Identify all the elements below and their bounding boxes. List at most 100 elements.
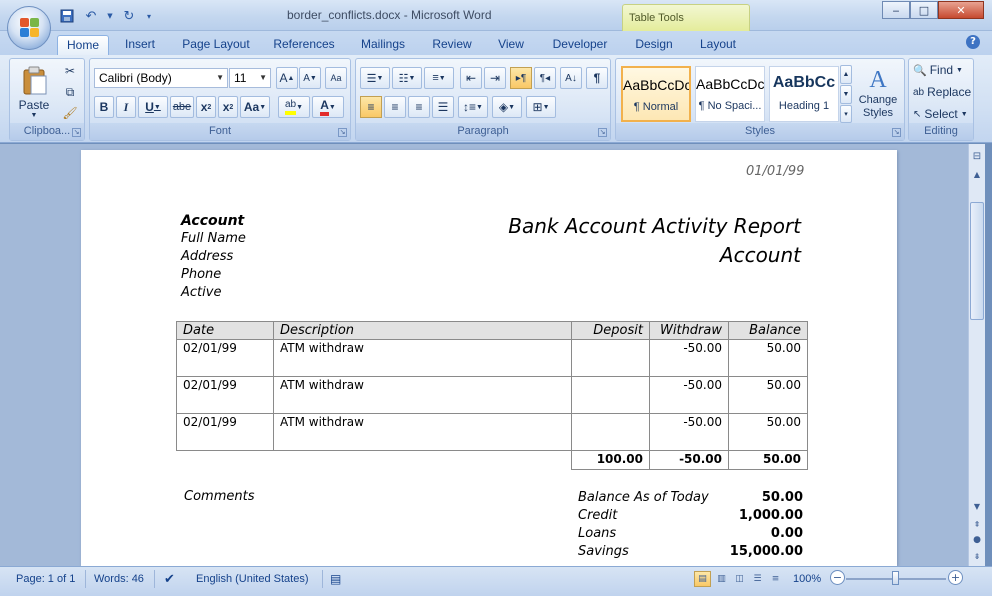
zoom-out-icon[interactable]: −: [830, 570, 845, 585]
ruler-toggle-icon[interactable]: ⊟: [969, 148, 985, 164]
paragraph-group: ☰ ▼ ☷ ▼ ≡ ▼ ⇤ ⇥ ▸¶ ¶◂ A↓ ¶ ≡ ≡ ≡ ☰ ↕≡ ▼ ◈ ▼ ⊞…: [355, 58, 611, 141]
macro-record-icon[interactable]: ▤: [330, 572, 341, 586]
styles-scroll-down-icon[interactable]: ▼: [840, 85, 852, 104]
font-name-combo[interactable]: Calibri (Body) ▼: [94, 68, 228, 88]
undo-icon[interactable]: ↶: [82, 7, 100, 25]
bullets-button[interactable]: ☰ ▼: [360, 67, 390, 89]
underline-button[interactable]: U ▼: [138, 96, 168, 118]
tab-review[interactable]: Review: [424, 35, 480, 55]
table-tools-label: Table Tools: [629, 12, 684, 24]
zoom-level[interactable]: 100%: [793, 572, 821, 586]
outline-view-icon[interactable]: ☰: [749, 571, 766, 587]
close-button[interactable]: ✕: [938, 1, 984, 19]
highlight-button[interactable]: ab ▼: [278, 96, 310, 118]
language-indicator[interactable]: English (United States): [196, 572, 309, 586]
scroll-up-icon[interactable]: ▲: [969, 166, 985, 182]
decrease-indent-button[interactable]: ⇤: [460, 67, 482, 89]
change-styles-button[interactable]: A Change Styles: [854, 61, 902, 125]
style-no-spacing[interactable]: AaBbCcDc ¶ No Spaci...: [695, 66, 765, 122]
activity-table[interactable]: Date Description Deposit Withdraw Balanc…: [176, 321, 808, 470]
sort-button[interactable]: A↓: [560, 67, 582, 89]
tab-page-layout[interactable]: Page Layout: [176, 35, 256, 55]
cut-icon[interactable]: ✂: [60, 62, 80, 80]
word-count[interactable]: Words: 46: [94, 572, 144, 586]
web-layout-view-icon[interactable]: ◫: [731, 571, 748, 587]
format-painter-icon[interactable]: 🖌: [60, 104, 80, 122]
styles-launcher-icon[interactable]: ↘: [892, 128, 901, 137]
align-left-button[interactable]: ≡: [360, 96, 382, 118]
tab-layout[interactable]: Layout: [692, 35, 744, 55]
tab-references[interactable]: References: [266, 35, 342, 55]
shrink-font-button[interactable]: A ▼: [299, 67, 321, 89]
superscript-button[interactable]: x2: [218, 96, 238, 118]
redo-icon[interactable]: ↻: [120, 7, 138, 25]
rtl-button[interactable]: ¶◂: [534, 67, 556, 89]
scroll-thumb[interactable]: [970, 202, 984, 320]
customize-qat-icon[interactable]: ▾: [144, 7, 154, 25]
tab-view[interactable]: View: [490, 35, 532, 55]
select-button[interactable]: ↖ Select ▼: [912, 105, 972, 123]
maximize-button[interactable]: □: [910, 1, 938, 19]
font-group-label: Font: [90, 123, 350, 140]
numbering-button[interactable]: ☷ ▼: [392, 67, 422, 89]
borders-button[interactable]: ⊞ ▼: [526, 96, 556, 118]
office-button[interactable]: [7, 6, 51, 50]
scroll-down-icon[interactable]: ▼: [969, 498, 985, 514]
align-right-button[interactable]: ≡: [408, 96, 430, 118]
proofing-icon[interactable]: ✔: [164, 572, 175, 586]
cell-withdraw: -50.00: [649, 339, 729, 377]
font-size-combo[interactable]: 11 ▼: [229, 68, 271, 88]
draft-view-icon[interactable]: ≡: [767, 571, 784, 587]
show-formatting-button[interactable]: ¶: [586, 67, 608, 89]
page-count[interactable]: Page: 1 of 1: [16, 572, 75, 586]
vertical-scrollbar[interactable]: ⊟ ▲ ▼ ⇞ ● ⇟: [968, 144, 985, 566]
undo-dropdown-icon[interactable]: ▼: [106, 7, 114, 25]
styles-more-icon[interactable]: ▾: [840, 105, 852, 123]
zoom-in-icon[interactable]: +: [948, 570, 963, 585]
paste-button[interactable]: Paste ▼: [14, 61, 54, 123]
table-row: 02/01/99 ATM withdraw -50.00 50.00: [176, 376, 808, 414]
replace-button[interactable]: ab Replace: [912, 83, 972, 101]
style-heading-1[interactable]: AaBbCc Heading 1: [769, 66, 839, 122]
line-spacing-button[interactable]: ↕≡ ▼: [458, 96, 488, 118]
save-icon[interactable]: [58, 7, 76, 25]
ltr-button[interactable]: ▸¶: [510, 67, 532, 89]
bold-button[interactable]: B: [94, 96, 114, 118]
clear-formatting-button[interactable]: Aa: [325, 67, 347, 89]
styles-scroll-up-icon[interactable]: ▲: [840, 65, 852, 84]
copy-icon[interactable]: ⧉: [60, 83, 80, 101]
print-layout-view-icon[interactable]: ▤: [694, 571, 711, 587]
style-normal[interactable]: AaBbCcDc ¶ Normal: [621, 66, 691, 122]
document-page[interactable]: 01/01/99 Account Full Name Address Phone…: [81, 150, 897, 566]
previous-page-icon[interactable]: ⇞: [969, 516, 985, 532]
subscript-button[interactable]: x2: [196, 96, 216, 118]
tab-developer[interactable]: Developer: [546, 35, 614, 55]
font-color-button[interactable]: A ▼: [312, 96, 344, 118]
select-browse-object-icon[interactable]: ●: [969, 532, 985, 548]
find-button[interactable]: 🔍 Find ▼: [912, 61, 972, 79]
help-icon[interactable]: ?: [966, 35, 980, 49]
justify-button[interactable]: ☰: [432, 96, 454, 118]
font-launcher-icon[interactable]: ↘: [338, 128, 347, 137]
next-page-icon[interactable]: ⇟: [969, 548, 985, 564]
ribbon: Paste ▼ ✂ ⧉ 🖌 Clipboa... ↘ Calibri (Body…: [0, 55, 992, 143]
minimize-button[interactable]: ‒: [882, 1, 910, 19]
paragraph-launcher-icon[interactable]: ↘: [598, 128, 607, 137]
tab-mailings[interactable]: Mailings: [352, 35, 414, 55]
summary-row: Loans 0.00: [578, 525, 803, 543]
increase-indent-button[interactable]: ⇥: [484, 67, 506, 89]
multilevel-list-button[interactable]: ≡ ▼: [424, 67, 454, 89]
tab-insert[interactable]: Insert: [116, 35, 164, 55]
strikethrough-button[interactable]: abe: [170, 96, 194, 118]
shading-button[interactable]: ◈ ▼: [492, 96, 522, 118]
clipboard-launcher-icon[interactable]: ↘: [72, 128, 81, 137]
zoom-slider-thumb[interactable]: [892, 571, 899, 585]
tab-home[interactable]: Home: [57, 35, 109, 55]
tab-design[interactable]: Design: [626, 35, 682, 55]
change-case-button[interactable]: Aa ▼: [240, 96, 270, 118]
full-screen-reading-view-icon[interactable]: ▥: [713, 571, 730, 587]
comments-label: Comments: [184, 489, 255, 504]
italic-button[interactable]: I: [116, 96, 136, 118]
align-center-button[interactable]: ≡: [384, 96, 406, 118]
grow-font-button[interactable]: A ▲: [276, 67, 298, 89]
